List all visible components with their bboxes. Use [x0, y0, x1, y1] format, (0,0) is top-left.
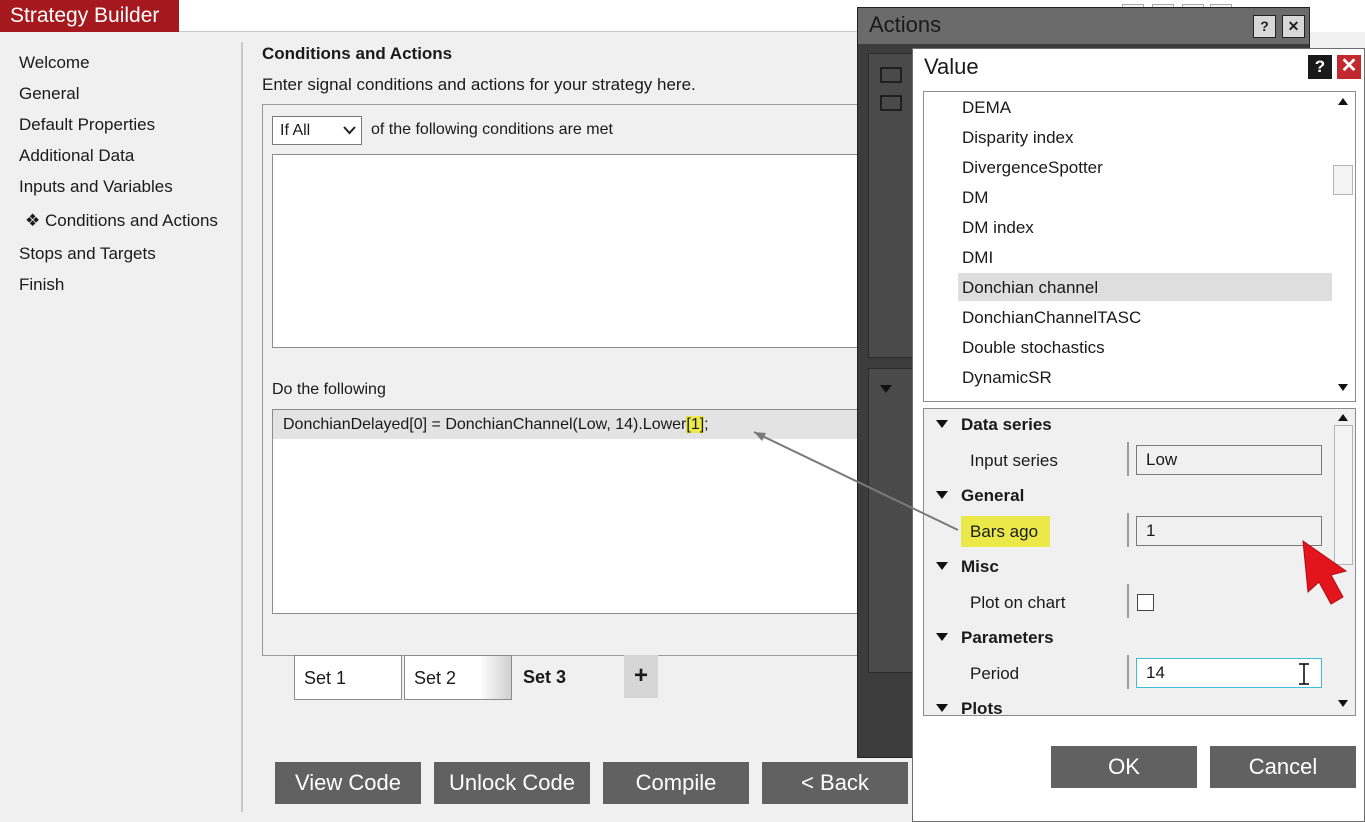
text-cursor-icon [1299, 663, 1309, 685]
collapse-triangle-icon[interactable] [936, 562, 948, 571]
collapse-triangle-icon[interactable] [936, 491, 948, 500]
condition-text: of the following conditions are met [371, 121, 613, 138]
action-row[interactable]: DonchianDelayed[0] = DonchianChannel(Low… [273, 410, 871, 439]
title-bar [179, 0, 857, 32]
property-divider [1127, 442, 1129, 476]
action-code-main: DonchianDelayed[0] = DonchianChannel(Low… [283, 416, 687, 433]
list-item[interactable]: Double stochastics [962, 338, 1105, 358]
property-grid: Data series Input series Low General Bar… [923, 408, 1356, 716]
action-code-end: ; [704, 416, 709, 433]
nav-item-welcome[interactable]: Welcome [19, 53, 90, 73]
list-item-donchian-channel[interactable]: Donchian channel [962, 278, 1098, 298]
tab-set-2[interactable]: Set 2 [404, 655, 512, 700]
category-parameters: Parameters [961, 628, 1054, 647]
nav-item-default-properties[interactable]: Default Properties [19, 115, 155, 135]
collapse-triangle-icon[interactable] [936, 420, 948, 429]
period-label: Period [970, 664, 1020, 683]
list-item[interactable]: DMI [962, 248, 993, 268]
nav-item-stops-and-targets[interactable]: Stops and Targets [19, 244, 156, 264]
nav-item-general[interactable]: General [19, 84, 79, 104]
close-button[interactable]: ✕ [1337, 55, 1361, 79]
scroll-up-icon[interactable] [1337, 412, 1349, 422]
list-item[interactable]: DM [962, 188, 988, 208]
window-title: Strategy Builder [0, 0, 179, 32]
section-subtitle: Enter signal conditions and actions for … [262, 75, 696, 94]
add-set-button[interactable]: + [624, 655, 658, 698]
nav-divider [241, 42, 243, 812]
conditions-box[interactable] [272, 154, 872, 348]
actions-box[interactable]: DonchianDelayed[0] = DonchianChannel(Low… [272, 409, 872, 614]
collapse-triangle-icon[interactable] [936, 633, 948, 642]
input-series-label: Input series [970, 451, 1058, 470]
folder-icon [880, 67, 902, 111]
action-code: DonchianDelayed[0] = DonchianChannel(Low… [283, 416, 709, 434]
condition-mode-select[interactable]: If All [272, 116, 362, 145]
ok-button[interactable]: OK [1051, 746, 1197, 788]
bars-ago-field[interactable]: 1 [1136, 516, 1322, 546]
value-dialog: Value ? ✕ DEMA Disparity index Divergenc… [912, 48, 1365, 822]
input-series-field[interactable]: Low [1136, 445, 1322, 475]
scrollbar-thumb[interactable] [1334, 425, 1353, 565]
category-plots: Plots [961, 699, 1003, 716]
indicator-list[interactable]: DEMA Disparity index DivergenceSpotter D… [923, 91, 1356, 402]
property-divider [1127, 584, 1129, 618]
period-field[interactable]: 14 [1136, 658, 1322, 688]
view-code-button[interactable]: View Code [275, 762, 421, 804]
section-title: Conditions and Actions [262, 44, 453, 63]
list-item[interactable]: DonchianChannelTASC [962, 308, 1141, 328]
nav-item-additional-data[interactable]: Additional Data [19, 146, 134, 166]
scroll-down-icon[interactable] [1337, 699, 1349, 709]
value-dialog-title: Value [924, 54, 979, 79]
list-item[interactable]: DEMA [962, 98, 1011, 118]
property-divider [1127, 513, 1129, 547]
help-button[interactable]: ? [1308, 55, 1332, 79]
scroll-down-icon[interactable] [1337, 383, 1349, 393]
actions-dialog-title: Actions [869, 12, 942, 37]
back-button[interactable]: < Back [762, 762, 908, 804]
collapse-triangle-icon [880, 385, 892, 393]
actions-close-button[interactable]: ✕ [1282, 15, 1305, 38]
category-misc: Misc [961, 557, 999, 576]
scroll-up-icon[interactable] [1337, 96, 1349, 106]
list-item[interactable]: DivergenceSpotter [962, 158, 1103, 178]
cancel-button[interactable]: Cancel [1210, 746, 1356, 788]
plot-on-chart-checkbox[interactable] [1137, 594, 1154, 611]
do-following-label: Do the following [272, 381, 386, 398]
collapse-triangle-icon[interactable] [936, 704, 948, 713]
property-divider [1127, 655, 1129, 689]
list-item[interactable]: DM index [962, 218, 1034, 238]
bars-ago-label: Bars ago [970, 522, 1039, 541]
bars-ago-highlight: [1] [686, 416, 705, 433]
actions-help-button[interactable]: ? [1253, 15, 1276, 38]
chevron-down-icon [343, 126, 356, 135]
tab-set-3[interactable]: Set 3 [514, 655, 622, 700]
scrollbar-thumb[interactable] [1333, 165, 1353, 195]
plot-on-chart-label: Plot on chart [970, 593, 1066, 612]
period-value: 14 [1146, 663, 1165, 682]
compile-button[interactable]: Compile [603, 762, 749, 804]
list-item[interactable]: DynamicSR [962, 368, 1052, 388]
nav-item-inputs-and-variables[interactable]: Inputs and Variables [19, 177, 173, 197]
category-data-series: Data series [961, 415, 1052, 434]
condition-mode-value: If All [280, 122, 311, 139]
category-general: General [961, 486, 1025, 505]
nav-item-conditions-and-actions[interactable]: ❖ Conditions and Actions [25, 211, 218, 231]
list-item[interactable]: Disparity index [962, 128, 1074, 148]
unlock-code-button[interactable]: Unlock Code [434, 762, 590, 804]
tab-set-1[interactable]: Set 1 [294, 655, 402, 700]
nav-item-finish[interactable]: Finish [19, 275, 64, 295]
